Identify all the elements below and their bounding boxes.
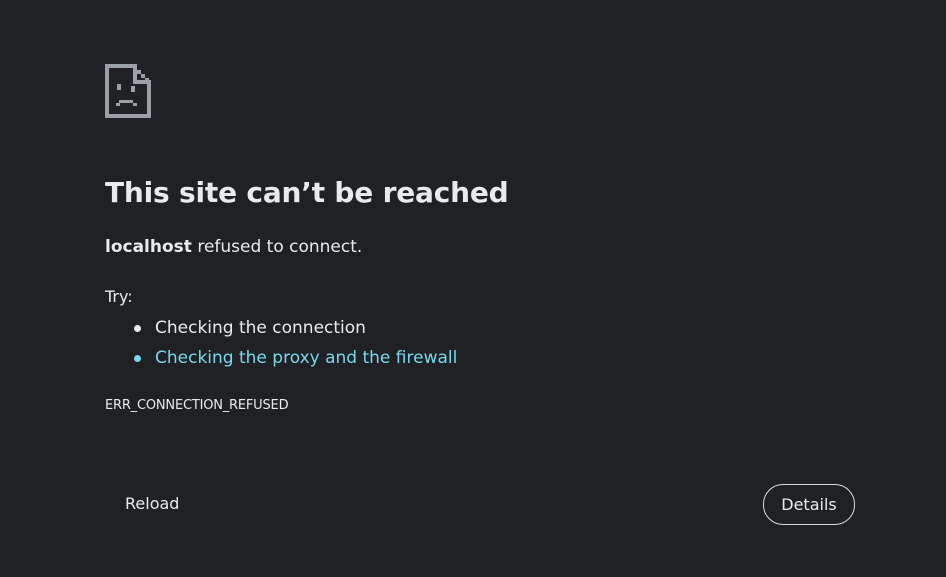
reload-button[interactable]: Reload bbox=[105, 484, 199, 524]
error-page: This site can’t be reached localhost ref… bbox=[0, 0, 946, 577]
error-message: refused to connect. bbox=[191, 237, 363, 257]
error-summary: localhost refused to connect. bbox=[105, 237, 362, 257]
sad-page-icon bbox=[105, 64, 151, 118]
suggestions-label: Try: bbox=[105, 287, 133, 306]
page-title: This site can’t be reached bbox=[105, 176, 509, 209]
suggestion-check-proxy-firewall-link[interactable]: Checking the proxy and the firewall bbox=[105, 345, 457, 375]
details-button[interactable]: Details bbox=[763, 484, 855, 525]
suggestions-list: Checking the connection Checking the pro… bbox=[105, 315, 457, 375]
error-code: ERR_CONNECTION_REFUSED bbox=[105, 398, 289, 413]
suggestion-check-connection: Checking the connection bbox=[105, 315, 457, 345]
host-name: localhost bbox=[105, 237, 192, 257]
